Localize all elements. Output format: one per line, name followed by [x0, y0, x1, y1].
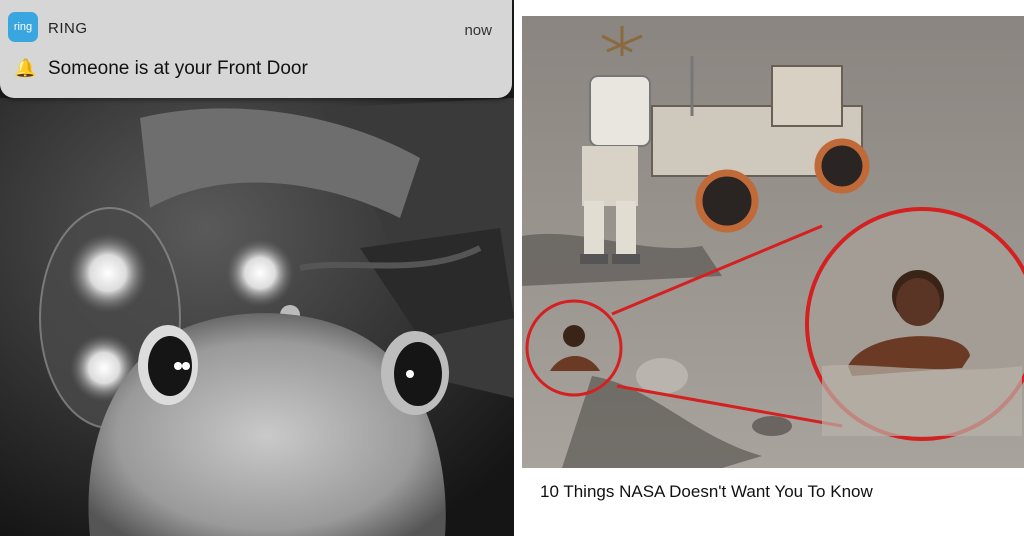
bell-icon: 🔔 [14, 58, 37, 78]
ring-notification[interactable]: ring RING now 🔔 Someone is at your Front… [0, 0, 512, 98]
article-caption[interactable]: 10 Things NASA Doesn't Want You To Know [540, 482, 873, 502]
ring-app-icon: ring [8, 12, 38, 42]
doorbell-camera-image [0, 98, 514, 536]
notification-message: Someone is at your Front Door [48, 58, 308, 79]
app-icon-text: ring [13, 21, 33, 33]
app-name: RING [48, 20, 88, 37]
moon-landing-photo [522, 16, 1024, 468]
caption-bar [520, 468, 1024, 536]
left-meme-panel: ring RING now 🔔 Someone is at your Front… [0, 0, 514, 536]
notification-time: now [464, 22, 492, 39]
right-meme-panel: 10 Things NASA Doesn't Want You To Know [520, 0, 1024, 536]
